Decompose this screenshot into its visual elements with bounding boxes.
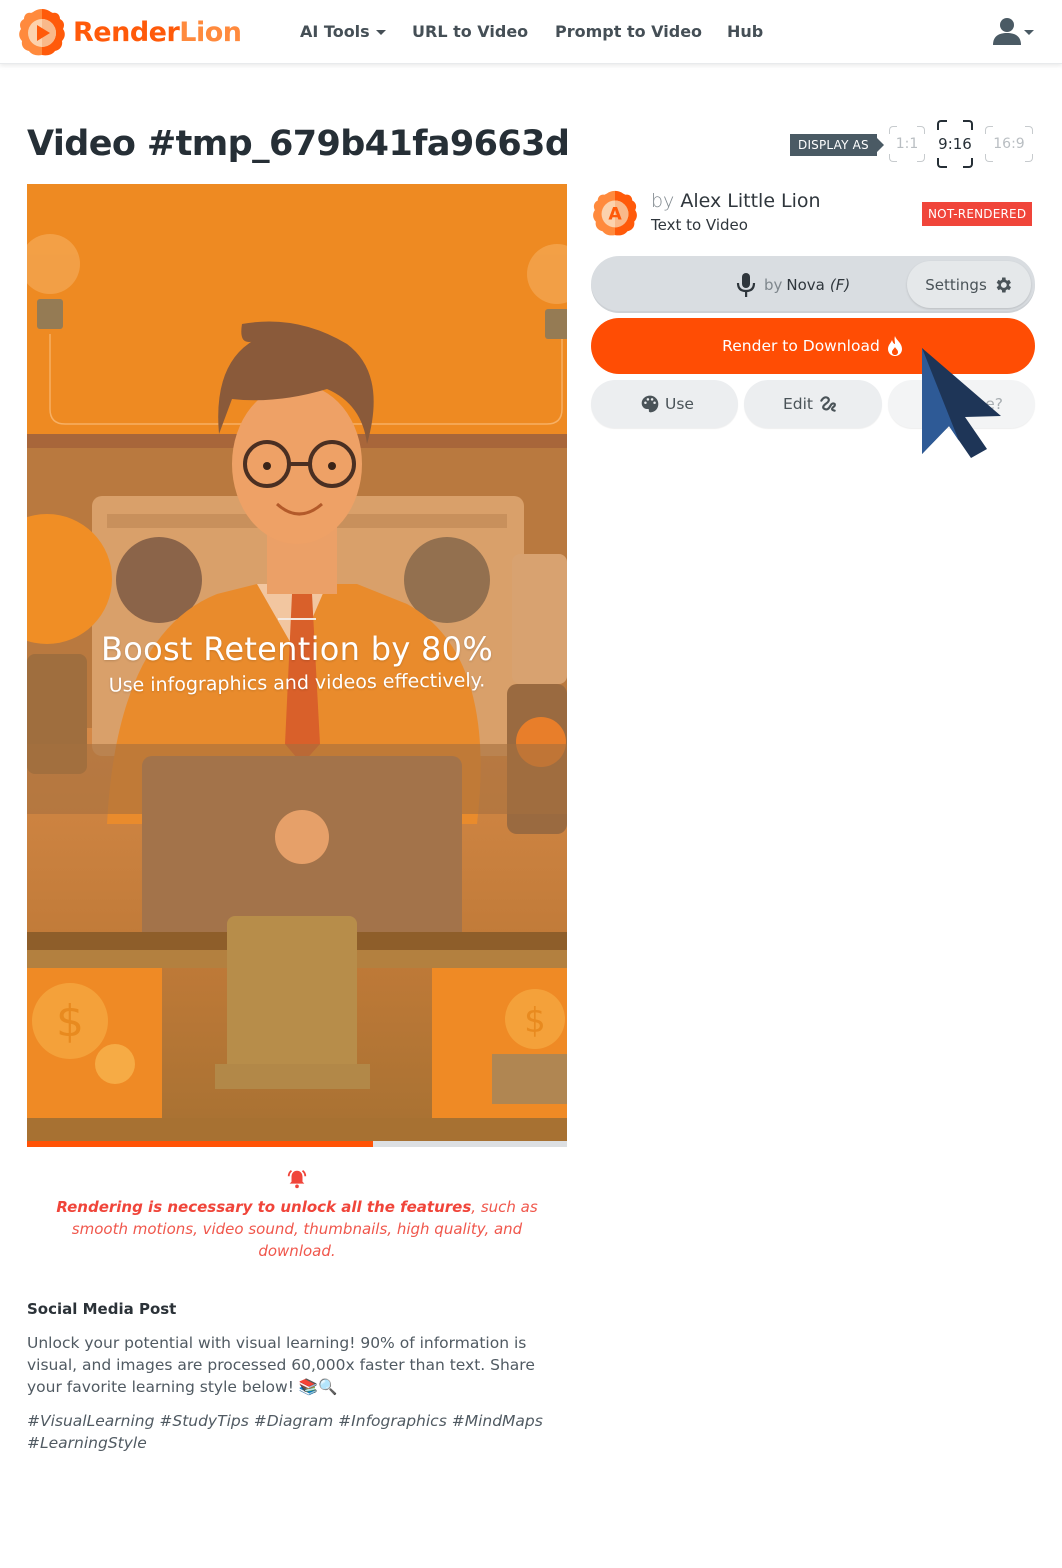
fire-icon — [887, 336, 902, 356]
voice-selector[interactable]: by Nova (F) Settings — [591, 256, 1035, 313]
signature-icon — [820, 396, 836, 412]
video-progress-fill — [27, 1141, 373, 1147]
social-post-heading: Social Media Post — [27, 1300, 177, 1318]
edit-button[interactable]: Edit — [744, 380, 882, 428]
render-button-label: Render to Download — [722, 337, 880, 355]
social-media-post: Social Media Post Unlock your potential … — [27, 1300, 572, 1454]
video-subtext: Use infographics and videos effectively. — [108, 669, 486, 697]
lion-play-logo-icon — [19, 9, 65, 56]
page-title: Video #tmp_679b41fa9663d — [27, 124, 570, 164]
brand-logo[interactable]: RenderLion — [17, 7, 242, 57]
nav-prompt-to-video-label: Prompt to Video — [555, 22, 703, 41]
svg-text:$: $ — [56, 996, 84, 1047]
video-type: Text to Video — [651, 216, 748, 234]
voice-gender: (F) — [829, 276, 851, 294]
render-notice: Rendering is necessary to unlock all the… — [27, 1168, 567, 1262]
bell-ringing-icon — [287, 1169, 307, 1189]
gear-icon — [996, 277, 1011, 292]
third-action-button[interactable]: e? — [888, 380, 1035, 428]
render-to-download-button[interactable]: Render to Download — [591, 318, 1035, 374]
voice-by-label: by — [764, 276, 783, 294]
video-caption-overlay: Boost Retention by 80% Use infographics … — [27, 618, 567, 697]
third-action-label: e? — [985, 395, 1003, 413]
ratio-option-1-1[interactable]: 1:1 — [889, 126, 925, 162]
nav-prompt-to-video[interactable]: Prompt to Video — [555, 22, 702, 41]
nav-hub-label: Hub — [727, 22, 764, 41]
use-button-label: Use — [665, 395, 694, 413]
nav-ai-tools[interactable]: AI Tools — [300, 22, 386, 41]
nav-url-to-video[interactable]: URL to Video — [412, 22, 528, 41]
author-name[interactable]: Alex Little Lion — [680, 190, 820, 212]
author-by-label: by — [651, 190, 675, 212]
video-progress-bar[interactable] — [27, 1141, 567, 1147]
status-badge: NOT-RENDERED — [922, 202, 1033, 226]
ratio-option-label: 16:9 — [993, 136, 1025, 152]
video-headline: Boost Retention by 80% — [100, 630, 494, 668]
voice-settings-button[interactable]: Settings — [907, 261, 1031, 308]
avatar-letter: A — [608, 205, 622, 225]
caret-down-icon — [375, 30, 386, 35]
social-post-hashtags: #VisualLearning #StudyTips #Diagram #Inf… — [27, 1412, 543, 1452]
use-button[interactable]: Use — [591, 380, 738, 428]
display-as-label: DISPLAY AS — [790, 134, 884, 156]
ratio-option-9-16-selected[interactable]: 9:16 — [937, 120, 973, 168]
ratio-option-16-9[interactable]: 16:9 — [985, 126, 1033, 162]
user-icon — [993, 18, 1021, 45]
nav-hub[interactable]: Hub — [727, 22, 763, 41]
svg-text:$: $ — [524, 1001, 546, 1041]
voice-name: Nova — [786, 276, 825, 294]
caret-down-icon — [1024, 29, 1034, 35]
navbar: RenderLion AI Tools URL to Video Prompt … — [0, 0, 1062, 64]
ratio-option-label: 1:1 — [895, 136, 919, 152]
user-menu-button[interactable] — [992, 16, 1034, 46]
ratio-option-label: 9:16 — [938, 135, 972, 153]
microphone-icon — [736, 273, 756, 297]
social-post-body: Unlock your potential with visual learni… — [27, 1334, 535, 1396]
nav-url-to-video-label: URL to Video — [412, 22, 529, 41]
author-byline: by Alex Little Lion — [651, 190, 821, 212]
video-preview[interactable]: $ $ Boost Retention by 80% Use infograph… — [27, 184, 567, 1142]
nav-ai-tools-label: AI Tools — [300, 22, 370, 41]
settings-label: Settings — [925, 275, 987, 294]
brand-name: RenderLion — [73, 17, 242, 48]
palette-icon — [641, 395, 659, 413]
caption-divider — [278, 618, 316, 620]
render-notice-bold: Rendering is necessary to unlock all the… — [56, 1198, 472, 1216]
brand-name-part1: Render — [73, 16, 180, 48]
edit-button-label: Edit — [782, 395, 814, 413]
author-avatar[interactable]: A — [591, 189, 639, 237]
brand-name-part2: Lion — [179, 16, 242, 48]
voice-label: by Nova (F) — [736, 272, 850, 298]
